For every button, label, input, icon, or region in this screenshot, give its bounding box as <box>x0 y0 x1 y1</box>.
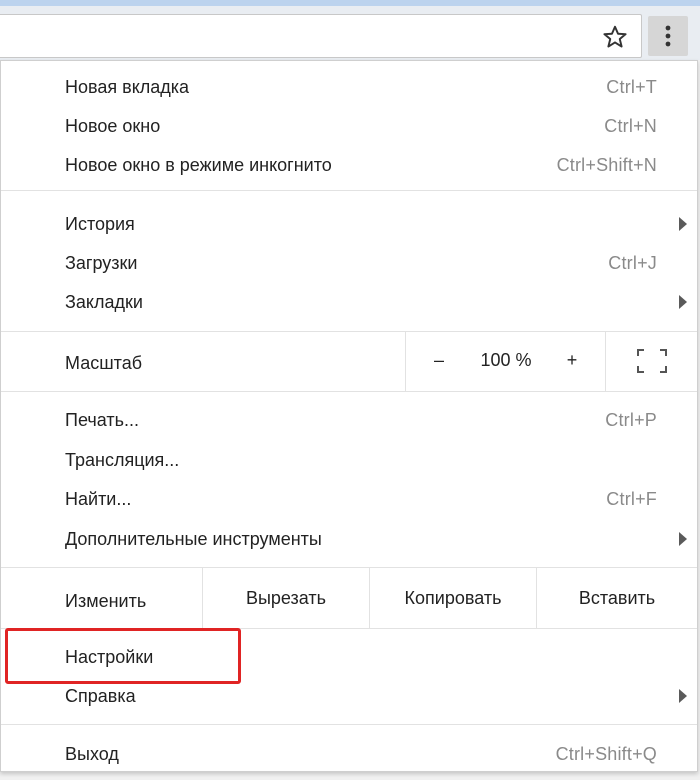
menu-item-print[interactable]: Печать... Ctrl+P <box>1 402 697 438</box>
chrome-main-menu: Новая вкладка Ctrl+T Новое окно Ctrl+N Н… <box>0 60 698 772</box>
menu-item-label: Трансляция... <box>65 450 180 470</box>
kebab-menu-icon <box>665 25 671 47</box>
menu-item-label: Найти... <box>65 489 132 509</box>
menu-item-label: История <box>65 214 135 234</box>
star-outline-icon <box>603 25 627 48</box>
zoom-out-button[interactable]: – <box>406 332 472 388</box>
menu-separator <box>1 391 697 392</box>
menu-item-label: Загрузки <box>65 253 138 273</box>
menu-item-new-tab[interactable]: Новая вкладка Ctrl+T <box>1 69 697 105</box>
menu-item-cast[interactable]: Трансляция... <box>1 442 697 478</box>
menu-item-bookmarks[interactable]: Закладки <box>1 284 697 320</box>
zoom-label: Масштаб <box>65 353 143 373</box>
menu-item-label: Печать... <box>65 410 139 430</box>
bookmark-star-button[interactable] <box>600 22 630 52</box>
submenu-arrow-icon <box>679 532 687 546</box>
menu-separator <box>1 724 697 725</box>
menu-row-edit: Изменить Вырезать Копировать Вставить <box>1 568 697 628</box>
menu-item-shortcut: Ctrl+P <box>605 410 657 430</box>
settings-highlight-frame <box>5 628 241 684</box>
edit-label: Изменить <box>65 591 147 611</box>
menu-item-label: Новая вкладка <box>65 77 190 97</box>
zoom-level-value: 100 % <box>480 350 532 370</box>
menu-item-incognito-window[interactable]: Новое окно в режиме инкогнито Ctrl+Shift… <box>1 147 697 183</box>
fullscreen-icon <box>636 349 667 374</box>
submenu-arrow-icon <box>679 689 687 703</box>
menu-item-shortcut: Ctrl+J <box>608 253 657 273</box>
submenu-arrow-icon <box>679 217 687 231</box>
submenu-arrow-icon <box>679 295 687 309</box>
address-bar[interactable] <box>0 14 642 58</box>
paste-button[interactable]: Вставить <box>537 568 697 628</box>
menu-item-more-tools[interactable]: Дополнительные инструменты <box>1 521 697 557</box>
chrome-menu-button[interactable] <box>648 16 688 56</box>
browser-toolbar <box>0 0 700 60</box>
menu-item-exit[interactable]: Выход Ctrl+Shift+Q <box>1 736 697 772</box>
menu-item-shortcut: Ctrl+Shift+Q <box>555 744 657 764</box>
fullscreen-button[interactable] <box>606 332 697 388</box>
menu-item-label: Дополнительные инструменты <box>65 529 322 549</box>
menu-item-shortcut: Ctrl+T <box>606 77 657 97</box>
copy-button[interactable]: Копировать <box>370 568 536 628</box>
window-frame-edge <box>0 0 700 6</box>
menu-row-zoom: Масштаб – 100 % + <box>1 332 697 391</box>
menu-item-label: Новое окно <box>65 116 161 136</box>
menu-item-downloads[interactable]: Загрузки Ctrl+J <box>1 245 697 281</box>
menu-item-new-window[interactable]: Новое окно Ctrl+N <box>1 108 697 144</box>
menu-item-label: Новое окно в режиме инкогнито <box>65 155 332 175</box>
menu-item-shortcut: Ctrl+N <box>604 116 657 136</box>
menu-item-label: Выход <box>65 744 119 764</box>
cut-button[interactable]: Вырезать <box>203 568 369 628</box>
menu-separator <box>1 190 697 191</box>
menu-item-find[interactable]: Найти... Ctrl+F <box>1 481 697 517</box>
menu-item-history[interactable]: История <box>1 206 697 242</box>
zoom-in-button[interactable]: + <box>540 332 604 388</box>
menu-item-label: Закладки <box>65 292 143 312</box>
menu-item-shortcut: Ctrl+Shift+N <box>556 155 657 175</box>
menu-item-shortcut: Ctrl+F <box>606 489 657 509</box>
